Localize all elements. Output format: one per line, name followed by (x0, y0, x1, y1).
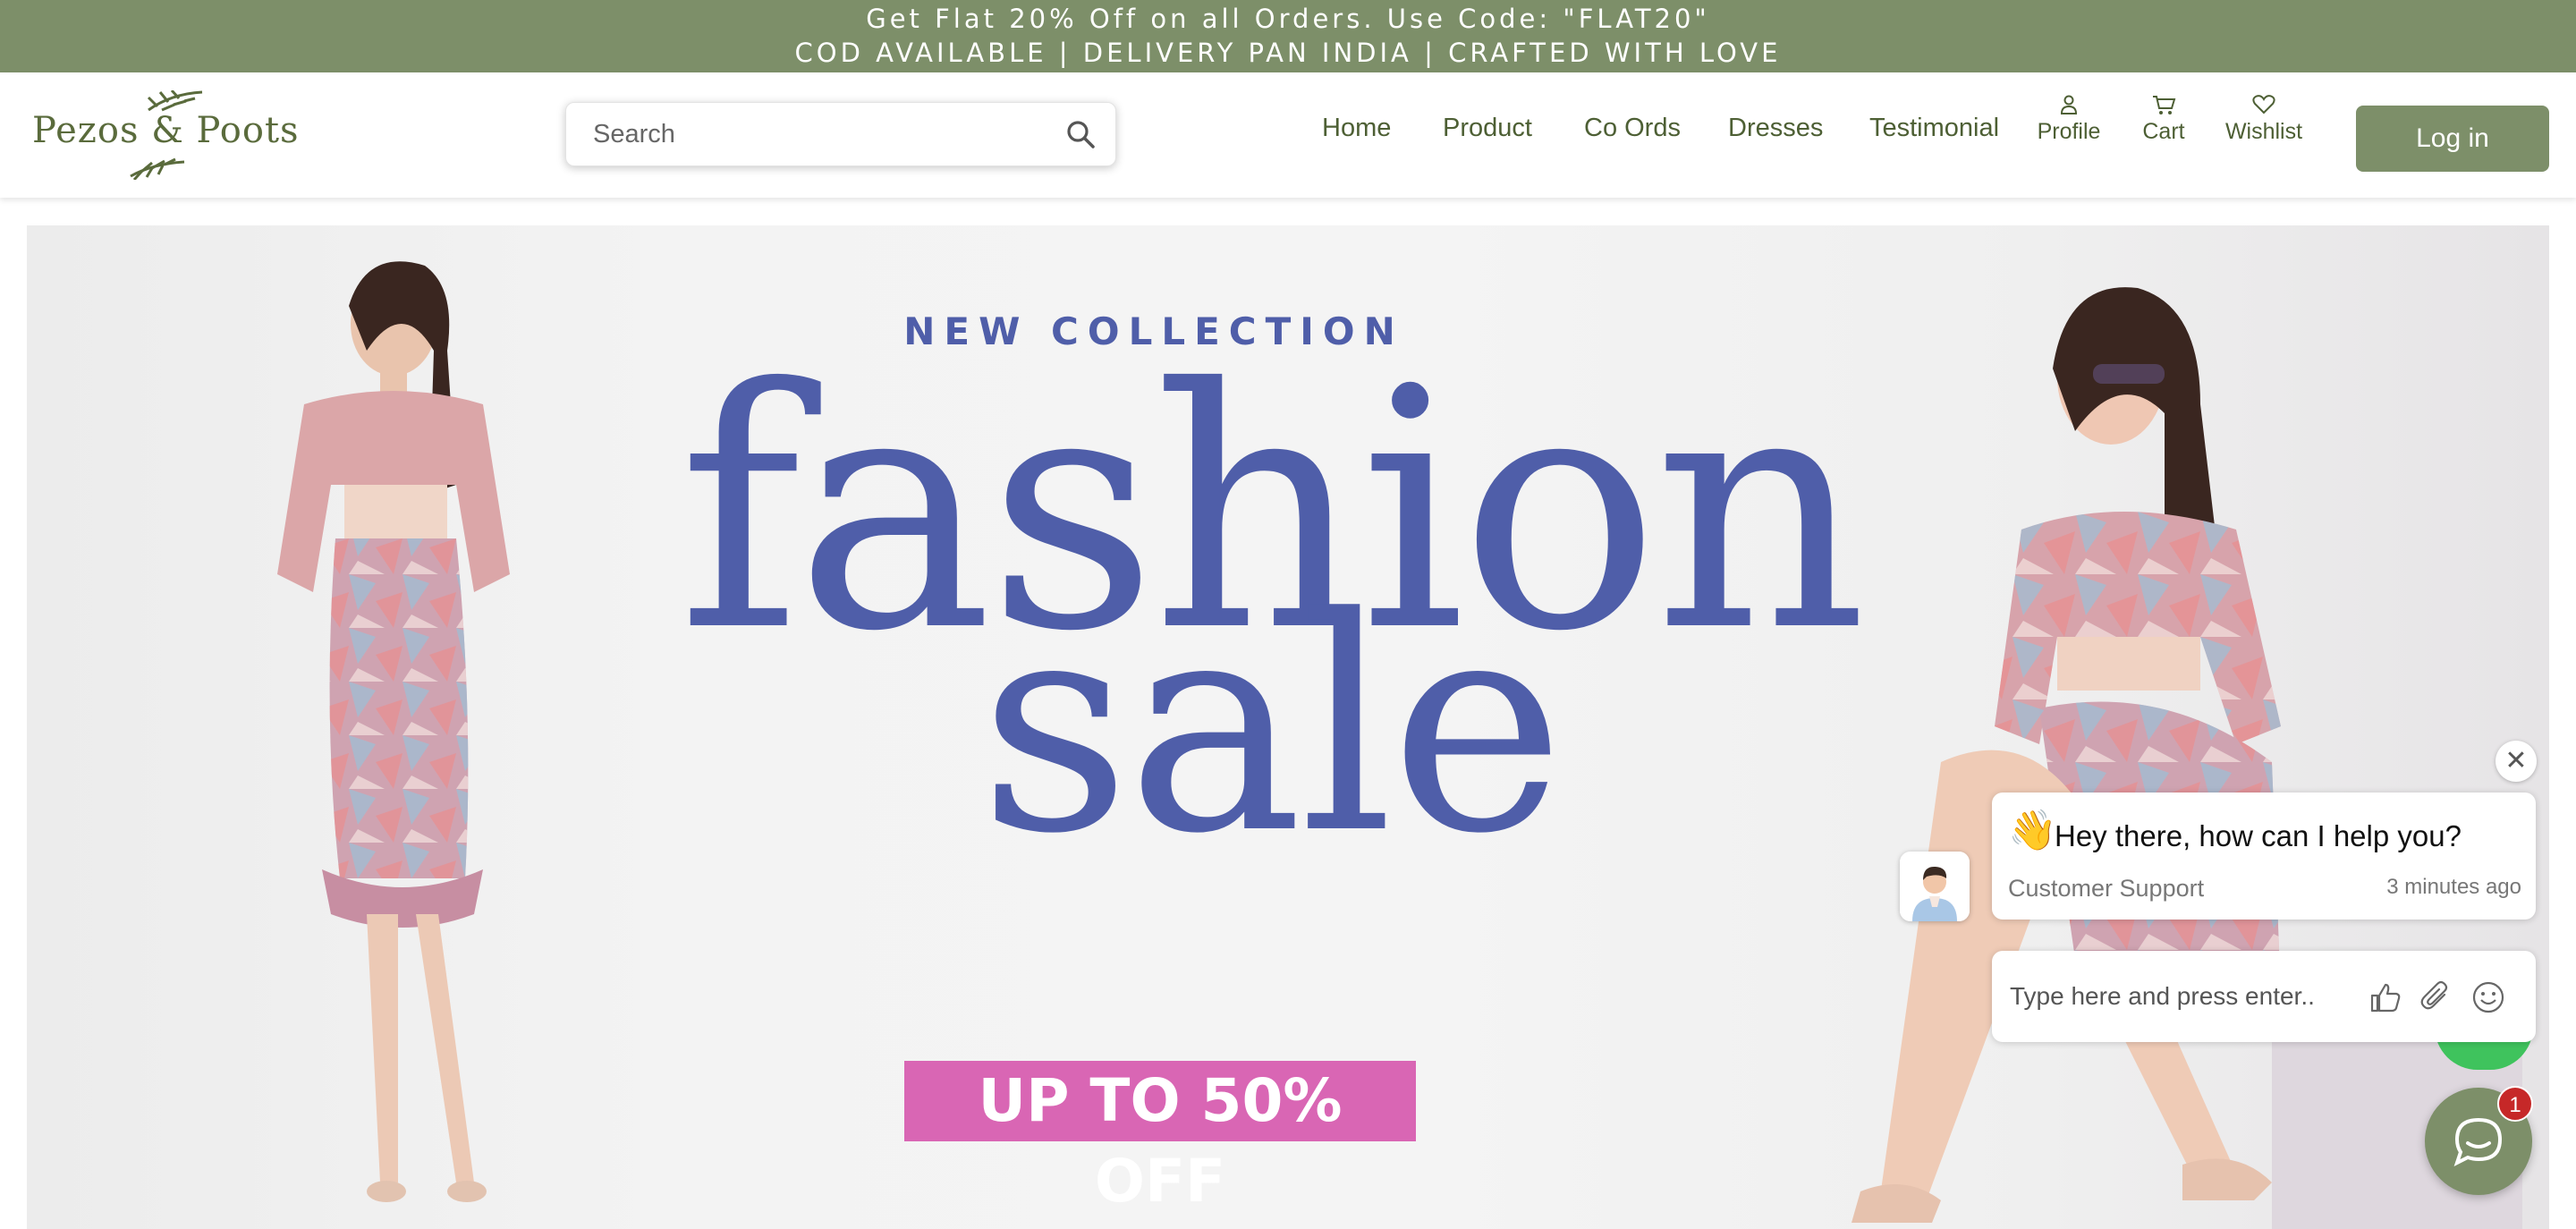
waving-hand-icon: 👋 (2008, 809, 2057, 852)
announcement-offer: Get Flat 20% Off on all Orders. Use Code… (866, 4, 1710, 34)
wishlist-label: Wishlist (2224, 119, 2303, 144)
nav-wishlist[interactable]: Wishlist (2222, 94, 2306, 145)
emoji-icon[interactable] (2471, 980, 2505, 1014)
hero-promo-badge[interactable]: UP TO 50% OFF (904, 1061, 1416, 1216)
chat-message-input[interactable] (2008, 978, 2360, 1015)
nav-co-ords[interactable]: Co Ords (1584, 114, 1681, 143)
login-button[interactable]: Log in (2356, 106, 2549, 172)
nav-profile[interactable]: Profile (2035, 94, 2103, 145)
chat-greeting-bubble[interactable]: 👋 Hey there, how can I help you? Custome… (1992, 792, 2536, 920)
announcement-bar: Get Flat 20% Off on all Orders. Use Code… (0, 0, 2576, 72)
profile-label: Profile (2037, 119, 2101, 144)
nav-cart[interactable]: Cart (2135, 94, 2192, 145)
nav-product[interactable]: Product (1443, 114, 1532, 143)
chat-agent-name: Customer Support (2008, 875, 2205, 902)
brand-name: Pezos & Poots (32, 110, 300, 151)
close-icon: ✕ (2504, 746, 2528, 776)
hero-banner[interactable]: NEW COLLECTION fashion sale UP TO 50% OF… (27, 225, 2549, 1229)
heart-icon (2252, 95, 2275, 114)
announcement-shipping: COD AVAILABLE | DELIVERY PAN INDIA | CRA… (794, 38, 1782, 68)
chat-bubble-icon (2453, 1117, 2503, 1166)
user-icon (2060, 95, 2078, 114)
nav-home[interactable]: Home (1322, 114, 1391, 143)
hero-headline-sale: sale (979, 555, 1565, 898)
support-avatar (1900, 852, 1970, 921)
attachment-icon[interactable] (2419, 980, 2453, 1014)
search-box[interactable] (565, 102, 1116, 166)
brand-logo[interactable]: Pezos & Poots (32, 90, 300, 180)
chat-timestamp: 3 minutes ago (2386, 875, 2521, 899)
nav-testimonial[interactable]: Testimonial (1869, 114, 1999, 143)
search-icon[interactable] (1065, 119, 1096, 149)
cart-icon (2153, 96, 2176, 114)
chat-close-button[interactable]: ✕ (2496, 741, 2537, 782)
nav-dresses[interactable]: Dresses (1728, 114, 1823, 143)
chat-input-box (1992, 951, 2536, 1042)
agent-avatar-icon (1900, 852, 1970, 921)
site-header: Pezos & Poots Home Product Co Ords Dress… (0, 72, 2576, 198)
cart-label: Cart (2142, 119, 2185, 144)
search-input[interactable] (591, 114, 1042, 155)
thumbs-up-icon[interactable] (2368, 980, 2402, 1014)
model-left-image (277, 261, 510, 1202)
chat-greeting-text: Hey there, how can I help you? (2055, 819, 2462, 852)
unread-badge: 1 (2497, 1086, 2533, 1122)
